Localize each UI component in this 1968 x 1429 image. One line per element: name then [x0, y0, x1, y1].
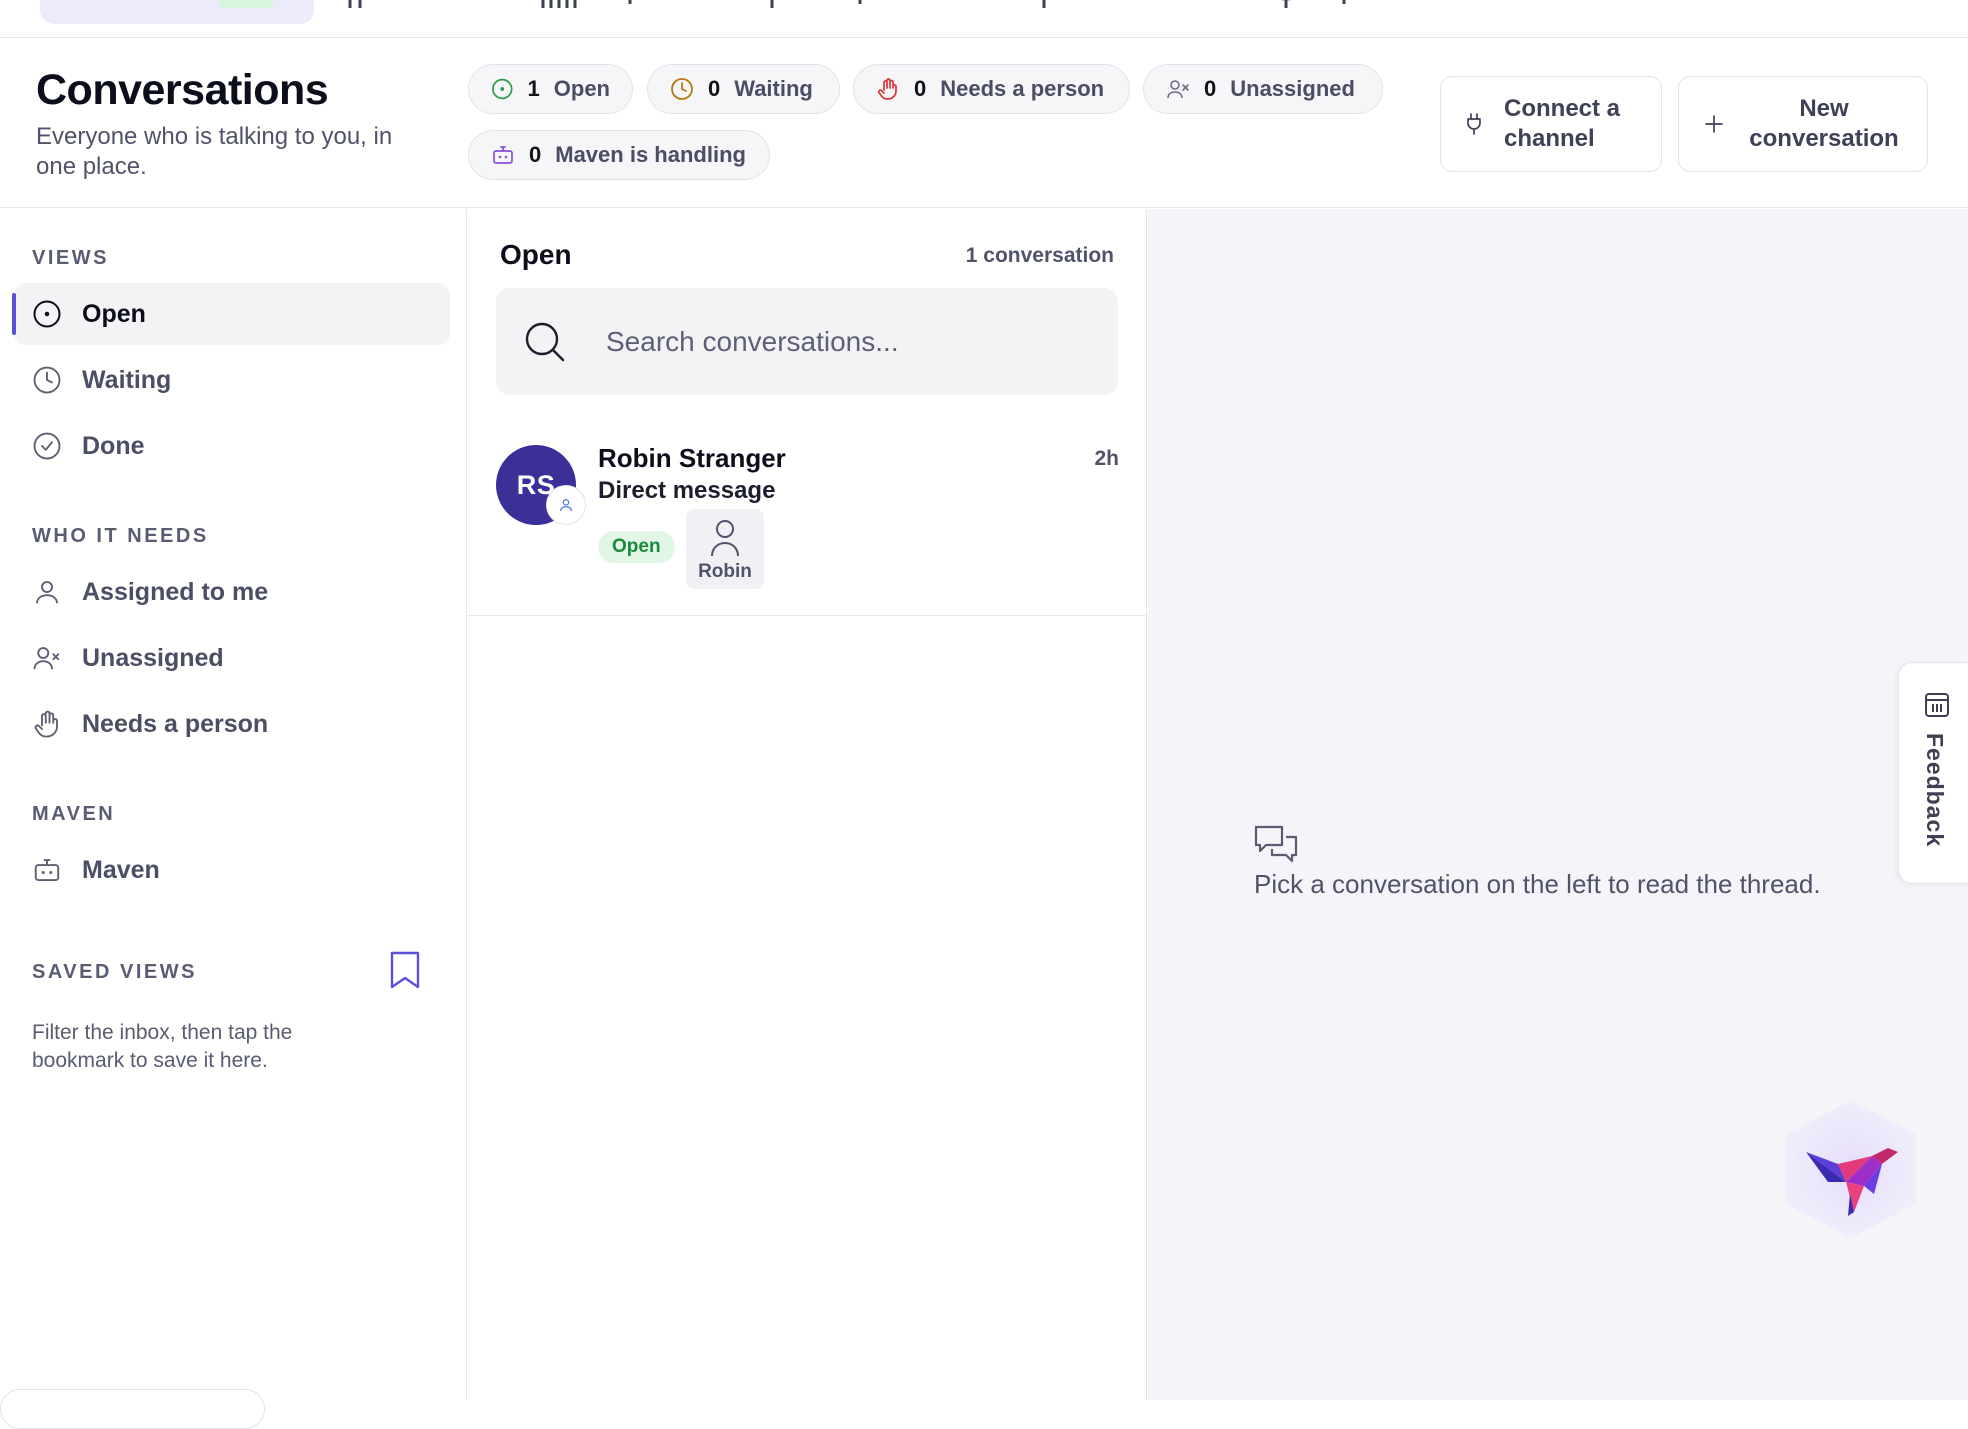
user-x-icon	[33, 647, 60, 670]
feedback-label: Feedback	[1922, 733, 1948, 848]
conversation-time: 2h	[1094, 447, 1119, 470]
sidebar-item-waiting[interactable]: Waiting	[14, 349, 450, 411]
nav-tab-icon[interactable]	[752, 0, 872, 10]
page-title: Conversations	[36, 66, 329, 114]
user-x-icon	[1167, 80, 1189, 99]
bot-icon	[34, 859, 60, 881]
new-conversation-label: New conversation	[1749, 95, 1899, 152]
pill-count: 0	[529, 142, 542, 167]
bookmark-icon[interactable]	[388, 950, 422, 990]
clock-icon	[671, 78, 693, 100]
sidebar-item-label: Needs a person	[82, 709, 269, 738]
nav-tab-active[interactable]	[40, 0, 314, 24]
pill-label: Unassigned	[1230, 76, 1355, 101]
status-badge: Open	[598, 531, 675, 563]
who-it-needs-heading: WHO IT NEEDS	[32, 525, 209, 547]
new-conversation-button[interactable]: New conversation	[1678, 76, 1928, 172]
feedback-tab[interactable]: Feedback	[1898, 662, 1968, 884]
pill-count: 0	[914, 76, 927, 101]
sidebar-item-label: Open	[82, 299, 146, 328]
assignee-name: Robin	[698, 561, 752, 582]
search-input[interactable]	[606, 325, 1086, 358]
page-header: Conversations Everyone who is talking to…	[0, 38, 1968, 208]
conversation-count: 1 conversation	[965, 244, 1114, 267]
sidebar-item-label: Assigned to me	[82, 577, 269, 606]
sidebar-item-open[interactable]: Open	[12, 283, 450, 345]
sidebar-item-label: Unassigned	[82, 643, 224, 672]
conversation-row[interactable]: RS Robin Stranger Direct message 2h Open…	[468, 417, 1147, 616]
plus-icon	[1705, 115, 1723, 133]
conversation-list: Open 1 conversation RS Robin Stranger Di…	[468, 209, 1147, 1400]
filter-pill-unassigned[interactable]: 0 Unassigned	[1143, 64, 1383, 114]
nav-tab-icon[interactable]	[540, 0, 640, 10]
user-icon	[560, 499, 572, 512]
page-subtitle: Everyone who is talking to you, in one p…	[36, 123, 393, 180]
bot-icon	[493, 146, 513, 164]
chat-bubbles-icon	[1254, 825, 1298, 863]
nav-tab-badge	[218, 0, 274, 8]
list-heading: Open	[500, 239, 572, 270]
sidebar: VIEWS Open Waiting Done WHO IT NEEDS Ass…	[0, 209, 467, 1429]
sidebar-item-needs-person[interactable]: Needs a person	[14, 693, 450, 755]
maven-assistant-icon[interactable]	[1776, 1098, 1926, 1240]
sidebar-item-assigned-to-me[interactable]: Assigned to me	[14, 561, 450, 623]
nav-tab-icon[interactable]	[1040, 0, 1060, 10]
sidebar-item-unassigned[interactable]: Unassigned	[14, 627, 450, 689]
user-icon	[711, 520, 739, 557]
sidebar-item-label: Done	[82, 431, 145, 460]
search-icon	[525, 322, 565, 361]
hand-icon	[877, 78, 897, 100]
pill-count: 0	[1204, 76, 1217, 101]
search-box[interactable]	[496, 288, 1118, 395]
pill-label: Maven is handling	[555, 142, 746, 167]
saved-views-hint: Filter the inbox, then tap the bookmark …	[32, 1021, 293, 1072]
pill-label: Open	[553, 76, 610, 101]
nav-tab-icon[interactable]	[346, 0, 394, 10]
pill-count: 1	[527, 76, 540, 101]
check-circle-icon	[33, 432, 61, 460]
pill-count: 0	[708, 76, 721, 101]
contact-badge	[546, 485, 586, 525]
filter-pill-needs-person[interactable]: 0 Needs a person	[853, 64, 1130, 114]
sidebar-item-label: Maven	[82, 855, 160, 884]
active-indicator	[12, 293, 16, 335]
nav-tab-icon[interactable]	[1266, 0, 1356, 10]
connect-channel-button[interactable]: Connect a channel	[1440, 76, 1662, 172]
empty-state-text: Pick a conversation on the left to read …	[1254, 869, 1821, 899]
hand-icon	[34, 710, 58, 738]
filter-pill-waiting[interactable]: 0 Waiting	[647, 64, 840, 114]
filter-pill-open[interactable]: 1 Open	[468, 64, 633, 114]
conversation-channel: Direct message	[598, 477, 776, 504]
top-navigation	[0, 0, 1968, 38]
filter-pill-maven-handling[interactable]: 0 Maven is handling	[468, 130, 770, 180]
views-heading: VIEWS	[32, 247, 109, 269]
assignee-chip[interactable]: Robin	[686, 509, 764, 589]
pill-label: Needs a person	[940, 76, 1105, 101]
connect-channel-label: Connect a channel	[1504, 95, 1621, 152]
feedback-icon	[1925, 693, 1949, 717]
contact-name: Robin Stranger	[598, 443, 786, 473]
open-circle-icon	[33, 300, 61, 328]
sidebar-item-maven[interactable]: Maven	[14, 839, 450, 901]
sidebar-item-done[interactable]: Done	[14, 415, 450, 477]
sidebar-footer-control[interactable]	[0, 1389, 265, 1429]
saved-views-heading: SAVED VIEWS	[32, 961, 197, 983]
plug-icon	[1467, 113, 1481, 135]
pill-label: Waiting	[734, 76, 813, 101]
maven-heading: MAVEN	[32, 803, 116, 825]
open-circle-icon	[492, 78, 513, 100]
clock-icon	[33, 366, 61, 394]
user-icon	[36, 581, 58, 604]
sidebar-item-label: Waiting	[82, 365, 172, 394]
